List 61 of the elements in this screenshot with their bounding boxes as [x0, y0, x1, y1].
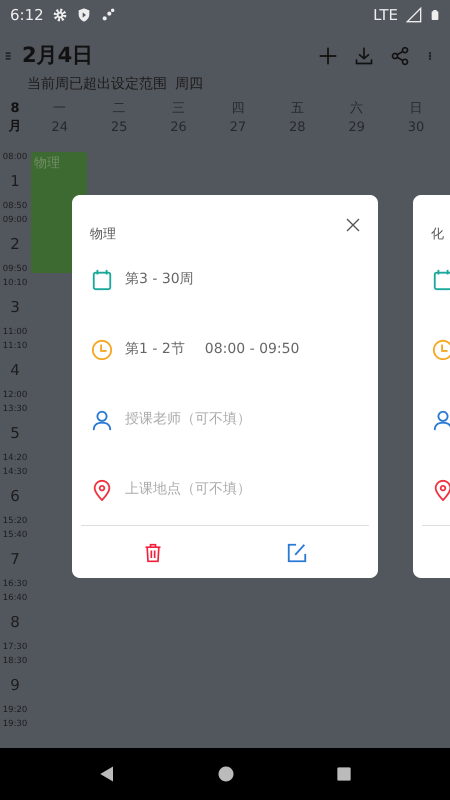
period-start: 11:10 [2, 340, 28, 353]
network-type: LTE [373, 4, 398, 26]
location-pin-icon [432, 478, 450, 500]
period-start: 09:00 [2, 214, 28, 227]
month-number: 8 [9, 100, 21, 118]
course-title: 物理 [89, 226, 116, 244]
status-time: 6:12 [10, 4, 44, 26]
period-start: 08:00 [2, 151, 28, 164]
location-field[interactable]: 上课地点（可不填） [125, 479, 365, 500]
period-end: 16:30 [2, 578, 28, 591]
person-icon [432, 408, 450, 430]
period-number: 5 [10, 423, 20, 444]
period-end: 17:30 [2, 641, 28, 654]
period-start: 10:10 [2, 277, 28, 290]
signal-icon [406, 7, 422, 23]
period-end: 08:50 [2, 200, 28, 213]
clock-icon [91, 338, 113, 360]
close-icon[interactable] [345, 217, 361, 233]
calendar-icon [91, 268, 113, 290]
location-pin-icon [91, 478, 113, 500]
teacher-field[interactable]: 授课老师（可不填） [125, 409, 365, 430]
share-icon[interactable] [390, 46, 410, 66]
period-number: 3 [10, 297, 20, 318]
period-end: 15:20 [2, 515, 28, 528]
period-number: 9 [10, 675, 20, 696]
period-number: 6 [10, 486, 20, 508]
week-range: 第3 - 30周 [125, 270, 194, 289]
period-range: 第1 - 2节 [125, 340, 185, 359]
period-start: 15:40 [2, 529, 28, 542]
period-end: 09:50 [2, 263, 28, 276]
person-icon [91, 408, 113, 430]
period-end: 14:20 [2, 452, 28, 465]
home-icon[interactable] [216, 765, 235, 783]
period-start: 19:30 [2, 718, 28, 731]
edit-icon[interactable] [286, 542, 308, 564]
period-number: 1 [10, 171, 20, 192]
period-number: 8 [10, 612, 20, 634]
period-number: 2 [10, 234, 20, 256]
shield-icon [76, 7, 92, 23]
period-start: 13:30 [2, 403, 28, 416]
period-start: 18:30 [2, 655, 28, 668]
settings-icon [52, 7, 68, 23]
period-end: 19:20 [2, 704, 28, 717]
time-range: 08:00 - 09:50 [204, 340, 300, 359]
week-status: 当前周已超出设定范围 [27, 74, 167, 94]
clock-icon [432, 338, 450, 360]
period-end: 12:00 [2, 389, 28, 402]
date-title: 2月4日 [22, 42, 94, 69]
period-start: 14:30 [2, 466, 28, 479]
calendar-icon [432, 268, 450, 290]
download-icon[interactable] [354, 46, 374, 66]
period-number: 7 [10, 549, 20, 570]
period-end: 11:00 [2, 326, 28, 339]
period-number: 4 [10, 360, 20, 382]
recents-icon[interactable] [336, 766, 352, 782]
plus-icon[interactable] [318, 46, 338, 66]
period-start: 16:40 [2, 592, 28, 605]
course-title: 化 [430, 226, 444, 244]
weekday: 周四 [175, 74, 203, 94]
trash-icon[interactable] [142, 542, 162, 564]
month-unit: 月 [8, 118, 22, 136]
